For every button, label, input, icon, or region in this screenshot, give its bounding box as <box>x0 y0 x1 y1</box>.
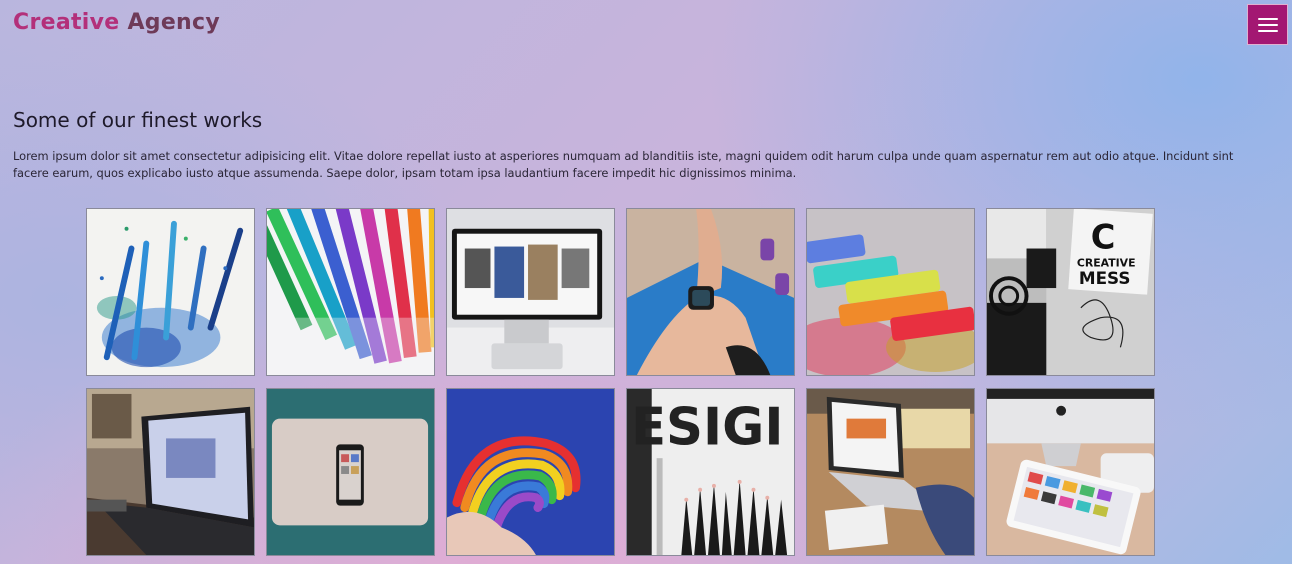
works-gallery: C CREATIVE MESS ESIGI <box>86 208 1155 556</box>
creative-mess-c-text: C <box>1091 218 1116 257</box>
chalk-pastels-image <box>807 209 974 375</box>
gallery-item-imac-tablet[interactable] <box>986 388 1155 556</box>
gallery-item-smartwatch[interactable] <box>626 208 795 376</box>
hamburger-icon <box>1257 17 1278 20</box>
logo-word-creative: Creative <box>13 10 120 35</box>
gallery-item-design-pencils[interactable]: ESIGI <box>626 388 795 556</box>
gallery-item-chalk-pastels[interactable] <box>806 208 975 376</box>
blue-pencils-image <box>87 209 254 375</box>
section-description: Lorem ipsum dolor sit amet consectetur a… <box>13 149 1234 180</box>
gallery-item-blue-pencils[interactable] <box>86 208 255 376</box>
gallery-item-laptop-desk[interactable] <box>86 388 255 556</box>
desktop-monitor-image <box>447 209 614 375</box>
design-pencils-image: ESIGI <box>627 389 794 555</box>
imac-tablet-image <box>987 389 1154 555</box>
creative-mess-image: C CREATIVE MESS <box>987 209 1154 375</box>
hamburger-icon-bar <box>1257 29 1278 32</box>
gallery-item-laptop-phone[interactable] <box>266 388 435 556</box>
gallery-item-rainbow-clay[interactable] <box>446 388 615 556</box>
gallery-item-creative-mess[interactable]: C CREATIVE MESS <box>986 208 1155 376</box>
laptop-desk-image <box>87 389 254 555</box>
laptop-notebook-image <box>807 389 974 555</box>
creative-mess-text-2: MESS <box>1079 268 1131 288</box>
gallery-item-desktop-monitor[interactable] <box>446 208 615 376</box>
hamburger-icon-bar <box>1257 23 1278 26</box>
gallery-item-colored-pencils[interactable] <box>266 208 435 376</box>
smartwatch-image <box>627 209 794 375</box>
laptop-phone-image <box>267 389 434 555</box>
colored-pencils-image <box>267 209 434 375</box>
section-title: Some of our finest works <box>13 108 263 132</box>
rainbow-clay-image <box>447 389 614 555</box>
design-text: ESIGI <box>631 397 784 457</box>
menu-button[interactable] <box>1247 4 1288 45</box>
logo[interactable]: Creative Agency <box>13 10 220 35</box>
gallery-item-laptop-notebook[interactable] <box>806 388 975 556</box>
logo-word-agency: Agency <box>127 10 220 35</box>
